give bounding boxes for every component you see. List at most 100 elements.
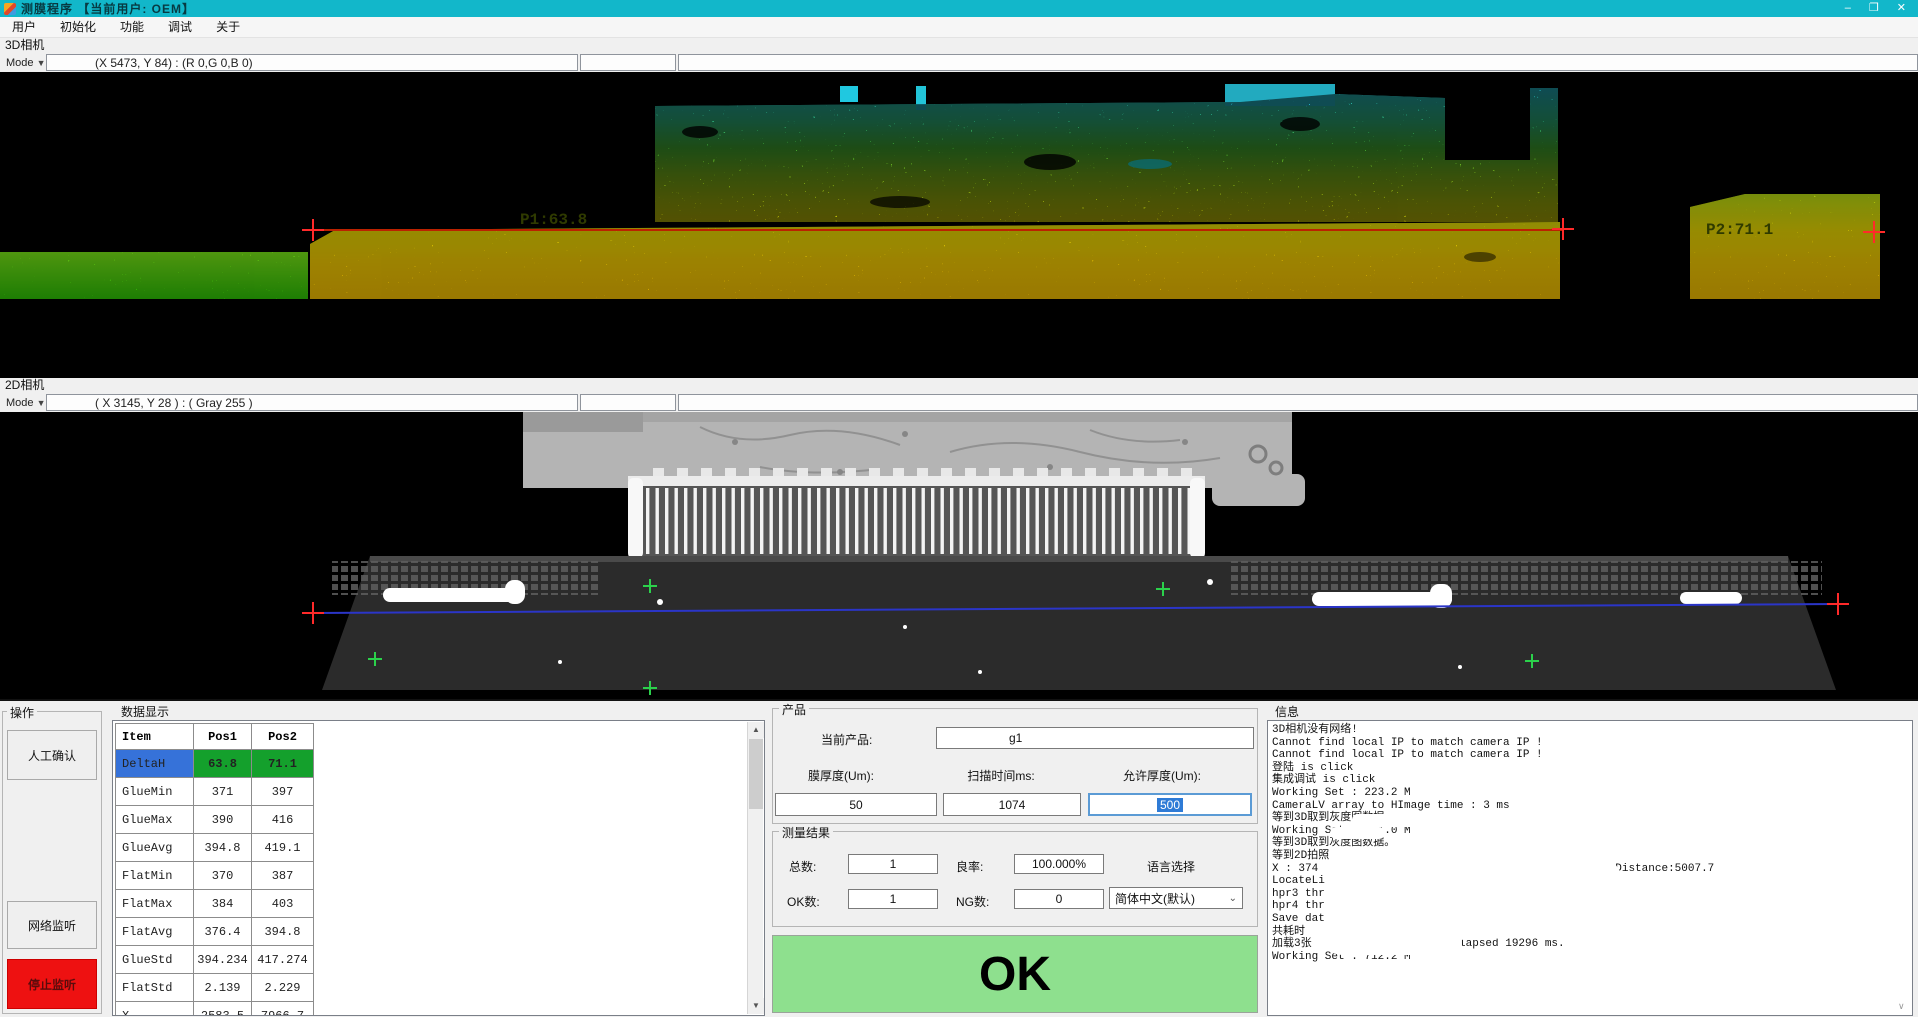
product-groupbox: 产品 当前产品: g1 膜厚度(Um): 扫描时间ms: 允许厚度(Um): 5…	[772, 708, 1258, 824]
camera2d-pixel-status: ( X 3145, Y 28 ) : ( Gray 255 )	[46, 394, 578, 411]
value-cell: 394.8	[194, 834, 252, 862]
selected-text: 500	[1157, 798, 1183, 812]
app-icon	[4, 3, 16, 15]
language-select-label: 语言选择	[1147, 858, 1195, 875]
table-row[interactable]: FlatMax384403	[116, 890, 314, 918]
item-cell: FlatMin	[116, 862, 194, 890]
yield-field[interactable]: 100.000%	[1014, 854, 1104, 874]
scroll-thumb[interactable]	[749, 739, 763, 809]
language-dropdown[interactable]: 简体中文(默认) ⌄	[1109, 887, 1243, 909]
table-row[interactable]: DeltaH63.871.1	[116, 750, 314, 778]
data-display-label: 数据显示	[118, 703, 172, 720]
total-label: 总数:	[789, 858, 816, 875]
camera3d-section-label: 3D相机	[0, 38, 1918, 53]
scroll-down-icon[interactable]: ∨	[1898, 1001, 1915, 1015]
product-label: 产品	[779, 701, 809, 718]
close-button[interactable]: ✕	[1897, 0, 1906, 17]
table-row[interactable]: GlueMin371397	[116, 778, 314, 806]
scan-time-field[interactable]: 1074	[943, 793, 1081, 816]
language-value: 简体中文(默认)	[1115, 890, 1195, 907]
value-cell: 394.8	[252, 918, 314, 946]
measurement-table: Item Pos1 Pos2 DeltaH63.871.1GlueMin3713…	[115, 723, 314, 1016]
film-thickness-field[interactable]: 50	[775, 793, 937, 816]
value-cell: 2.139	[194, 974, 252, 1002]
item-cell: GlueAvg	[116, 834, 194, 862]
menu-bar: 用户 初始化 功能 调试 关于	[0, 17, 1918, 38]
allowed-thickness-label: 允许厚度(Um):	[1082, 767, 1242, 784]
chevron-down-icon: ▼	[37, 398, 46, 408]
value-cell: 416	[252, 806, 314, 834]
item-cell: GlueStd	[116, 946, 194, 974]
menu-item-user[interactable]: 用户	[0, 17, 48, 38]
log-line: 集成调试 is click	[1272, 774, 1912, 787]
total-count-field[interactable]: 1	[848, 854, 938, 874]
operations-groupbox: 操作 人工确认 网络监听 停止监听	[2, 711, 102, 1014]
item-cell: FlatAvg	[116, 918, 194, 946]
current-product-field[interactable]: g1	[936, 727, 1254, 749]
allowed-thickness-field[interactable]: 500	[1088, 793, 1252, 816]
p2-measurement-label: P2:71.1	[1706, 221, 1773, 239]
scroll-down-icon[interactable]: ▼	[748, 998, 764, 1014]
table-row[interactable]: FlatStd2.1392.229	[116, 974, 314, 1002]
camera2d-viewport[interactable]	[0, 412, 1918, 699]
value-cell: 394.234	[194, 946, 252, 974]
table-scrollbar[interactable]: ▲ ▼	[747, 722, 763, 1014]
ng-count-label: NG数:	[956, 893, 989, 910]
table-header-row: Item Pos1 Pos2	[116, 724, 314, 750]
result-banner-text: OK	[979, 947, 1051, 1002]
film-thickness-label: 膜厚度(Um):	[773, 767, 909, 784]
camera3d-mode-dropdown[interactable]: Mode ▼	[0, 57, 46, 69]
minimize-button[interactable]: –	[1845, 0, 1851, 17]
menu-item-about[interactable]: 关于	[204, 17, 252, 38]
ng-count-field[interactable]: 0	[1014, 889, 1104, 909]
item-cell: X	[116, 1002, 194, 1017]
menu-item-init[interactable]: 初始化	[48, 17, 108, 38]
maximize-button[interactable]: ❐	[1869, 0, 1879, 17]
chevron-down-icon: ⌄	[1229, 893, 1242, 904]
value-cell: 419.1	[252, 834, 314, 862]
header-item: Item	[116, 724, 194, 750]
camera3d-viewport[interactable]: P1:63.8 P2:71.1	[0, 72, 1918, 378]
ok-count-field[interactable]: 1	[848, 889, 938, 909]
result-banner: OK	[772, 935, 1258, 1013]
camera3d-statusbox-2	[580, 54, 676, 71]
camera3d-pixel-status: (X 5473, Y 84) : (R 0,G 0,B 0)	[46, 54, 578, 71]
heightmap-3d-image: P1:63.8 P2:71.1	[0, 72, 1918, 378]
info-label: 信息	[1272, 703, 1302, 720]
table-row[interactable]: FlatMin370387	[116, 862, 314, 890]
table-row[interactable]: X2583.57966.7	[116, 1002, 314, 1017]
network-listen-button[interactable]: 网络监听	[7, 901, 97, 949]
table-row[interactable]: GlueAvg394.8419.1	[116, 834, 314, 862]
item-cell: DeltaH	[116, 750, 194, 778]
current-product-label: 当前产品:	[821, 731, 872, 748]
table-row[interactable]: FlatAvg376.4394.8	[116, 918, 314, 946]
redaction-blob	[1322, 913, 1462, 955]
value-cell: 417.274	[252, 946, 314, 974]
value-cell: 390	[194, 806, 252, 834]
grayscale-2d-image	[0, 412, 1918, 699]
value-cell: 71.1	[252, 750, 314, 778]
bottom-panel: 操作 人工确认 网络监听 停止监听 数据显示 Item Pos1 Pos2 De…	[0, 699, 1918, 1017]
menu-item-debug[interactable]: 调试	[156, 17, 204, 38]
scan-time-label: 扫描时间ms:	[931, 767, 1071, 784]
camera3d-toolbar: Mode ▼ (X 5473, Y 84) : (R 0,G 0,B 0)	[0, 53, 1918, 72]
stop-listen-button[interactable]: 停止监听	[7, 959, 97, 1009]
menu-item-function[interactable]: 功能	[108, 17, 156, 38]
redaction-blob	[1330, 827, 1385, 839]
scroll-up-icon[interactable]: ▲	[748, 722, 764, 738]
p1-measurement-label: P1:63.8	[520, 211, 587, 229]
manual-confirm-button[interactable]: 人工确认	[7, 730, 97, 780]
table-row[interactable]: GlueMax390416	[116, 806, 314, 834]
table-row[interactable]: GlueStd394.234417.274	[116, 946, 314, 974]
camera2d-statusbox-2	[580, 394, 676, 411]
log-line: 3D相机没有网络!	[1272, 724, 1912, 737]
item-cell: GlueMax	[116, 806, 194, 834]
titlebar: 测膜程序 【当前用户: OEM】 – ❐ ✕	[0, 0, 1918, 17]
item-cell: FlatStd	[116, 974, 194, 1002]
log-line: 登陆 is click	[1272, 762, 1912, 775]
camera2d-toolbar: Mode ▼ ( X 3145, Y 28 ) : ( Gray 255 )	[0, 393, 1918, 412]
operations-label: 操作	[7, 704, 37, 721]
camera2d-mode-dropdown[interactable]: Mode ▼	[0, 397, 46, 409]
results-label: 测量结果	[779, 824, 833, 841]
redaction-blob	[1352, 814, 1438, 827]
